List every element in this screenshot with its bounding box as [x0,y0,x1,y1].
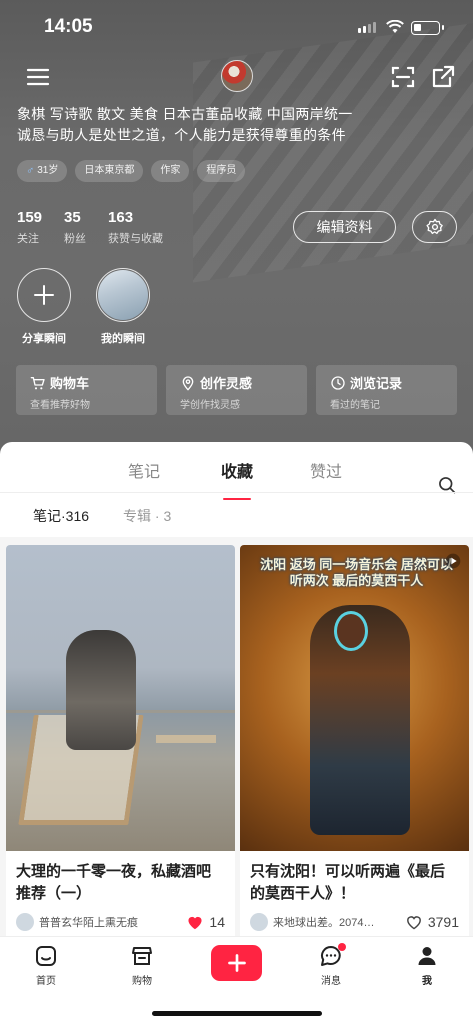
subtab-notes[interactable]: 笔记·316 [33,506,89,526]
quick-card-subtitle: 看过的笔记 [330,400,380,411]
bio-line-1: 象棋 写诗歌 散文 美食 日本古董品收藏 中国两岸统一 [17,106,353,122]
note-cover-image: 沈阳 返场 同一场音乐会 居然可以听两次 最后的莫西干人 [240,545,469,851]
home-indicator [152,1011,322,1016]
like-count: 14 [209,914,225,930]
quick-card-history[interactable]: 浏览记录 看过的笔记 [316,365,457,415]
stat-following[interactable]: 159 关注 [17,209,42,246]
subtab-albums[interactable]: 专辑 · 3 [123,506,171,526]
like-button[interactable]: 3791 [405,914,459,930]
my-moments-button[interactable]: 我的瞬间 [93,268,153,346]
content-tabs: 笔记 收藏 赞过 [0,458,473,500]
scan-icon[interactable] [390,64,416,90]
quick-card-subtitle: 学创作找灵感 [180,400,240,411]
profile-header: 14:05 象棋 写诗歌 散文 美食 日本古董品收藏 中国两岸统一 诚恳与助人是… [0,0,473,470]
profile-tags: ♂ 31岁 日本東京都 作家 程序员 [17,160,246,182]
nav-messages-label: 消息 [321,976,341,987]
nav-messages[interactable]: 消息 [301,943,361,987]
person-icon [418,947,436,965]
note-card[interactable]: 沈阳 返场 同一场音乐会 居然可以听两次 最后的莫西干人 只有沈阳！可以听两遍《… [240,545,469,945]
like-button[interactable]: 14 [186,914,225,930]
active-tab-indicator [223,498,251,500]
plus-icon [17,268,71,322]
nav-me-label: 我 [422,976,432,987]
shop-icon [132,947,152,965]
male-icon: ♂ [26,165,35,177]
stat-number: 163 [108,209,134,226]
stat-label: 粉丝 [64,233,87,245]
tag-age: ♂ 31岁 [17,160,68,182]
notification-badge [338,943,346,951]
gear-icon [425,218,443,235]
nav-home[interactable]: 首页 [16,943,76,987]
stat-label: 关注 [17,233,39,245]
share-icon[interactable] [430,64,456,90]
author-name[interactable]: 普普玄华陌上熏无痕 [39,914,180,930]
author-avatar[interactable] [16,913,34,931]
bottom-navigation: 首页 购物 消息 我 [0,936,473,1024]
note-card[interactable]: 大理的一千零一夜，私藏酒吧推荐（一） 普普玄华陌上熏无痕 14 [6,545,235,945]
nav-home-label: 首页 [36,976,56,987]
note-meta: 来地球出差。2074… 3791 [250,913,459,931]
heart-filled-icon [188,916,202,930]
tag-age-label: 31岁 [37,165,59,176]
quick-card-inspiration[interactable]: 创作灵感 学创作找灵感 [166,365,307,415]
my-moments-label: 我的瞬间 [101,333,145,345]
edit-profile-button[interactable]: 编辑资料 [293,211,396,243]
nav-me[interactable]: 我 [397,943,457,987]
like-count: 3791 [427,914,459,930]
signal-icon [358,22,376,33]
status-bar: 14:05 [0,14,473,40]
tag-location: 日本東京都 [75,160,144,182]
profile-stats: 159 关注 35 粉丝 163 获赞与收藏 [17,209,163,246]
quick-card-title: 购物车 [50,376,90,391]
post-button[interactable] [211,945,262,981]
cart-icon [30,376,45,389]
tag-occupation-2: 程序员 [197,160,246,182]
battery-icon [411,21,444,35]
share-moment-button[interactable]: 分享瞬间 [14,268,74,346]
tab-notes[interactable]: 笔记 [128,458,160,482]
bio-line-2: 诚恳与助人是处世之道，个人能力是获得尊重的条件 [17,127,346,143]
quick-links: 购物车 查看推荐好物 创作灵感 学创作找灵感 浏览记录 看过的笔记 [16,365,457,415]
video-play-icon [445,553,461,569]
nav-shop[interactable]: 购物 [112,943,172,987]
divider [0,492,473,493]
stat-label: 获赞与收藏 [108,233,164,245]
stat-likes-collects[interactable]: 163 获赞与收藏 [108,209,163,246]
clock-icon [331,375,345,390]
note-meta: 普普玄华陌上熏无痕 14 [16,913,225,931]
status-time: 14:05 [44,16,93,37]
quick-card-title: 浏览记录 [350,376,403,391]
note-cover-image [6,545,235,851]
heart-outline-icon [406,916,421,930]
share-moment-label: 分享瞬间 [22,333,66,345]
home-icon [36,946,56,966]
stat-number: 35 [64,209,81,226]
settings-button[interactable] [412,211,457,243]
moment-thumbnail [96,268,150,322]
wifi-icon [386,20,404,33]
nav-shop-label: 购物 [132,976,152,987]
author-avatar[interactable] [250,913,268,931]
note-title: 只有沈阳！可以听两遍《最后的莫西干人》！ [250,863,446,902]
avatar[interactable] [221,60,253,92]
stat-number: 159 [17,209,43,226]
sub-tabs: 笔记·316 专辑 · 3 [33,506,171,526]
note-title: 大理的一千零一夜，私藏酒吧推荐（一） [16,863,212,902]
author-name[interactable]: 来地球出差。2074… [273,914,399,930]
tag-occupation: 作家 [151,160,190,182]
menu-icon[interactable] [25,64,51,90]
tab-liked[interactable]: 赞过 [310,458,342,482]
quick-card-title: 创作灵感 [200,376,253,391]
tab-collections[interactable]: 收藏 [221,458,253,482]
stat-followers[interactable]: 35 粉丝 [64,209,86,246]
quick-card-subtitle: 查看推荐好物 [30,400,90,411]
image-caption: 沈阳 返场 同一场音乐会 居然可以听两次 最后的莫西干人 [260,557,453,588]
quick-card-cart[interactable]: 购物车 查看推荐好物 [16,365,157,415]
location-pin-icon [182,375,194,391]
plus-icon [227,954,246,972]
